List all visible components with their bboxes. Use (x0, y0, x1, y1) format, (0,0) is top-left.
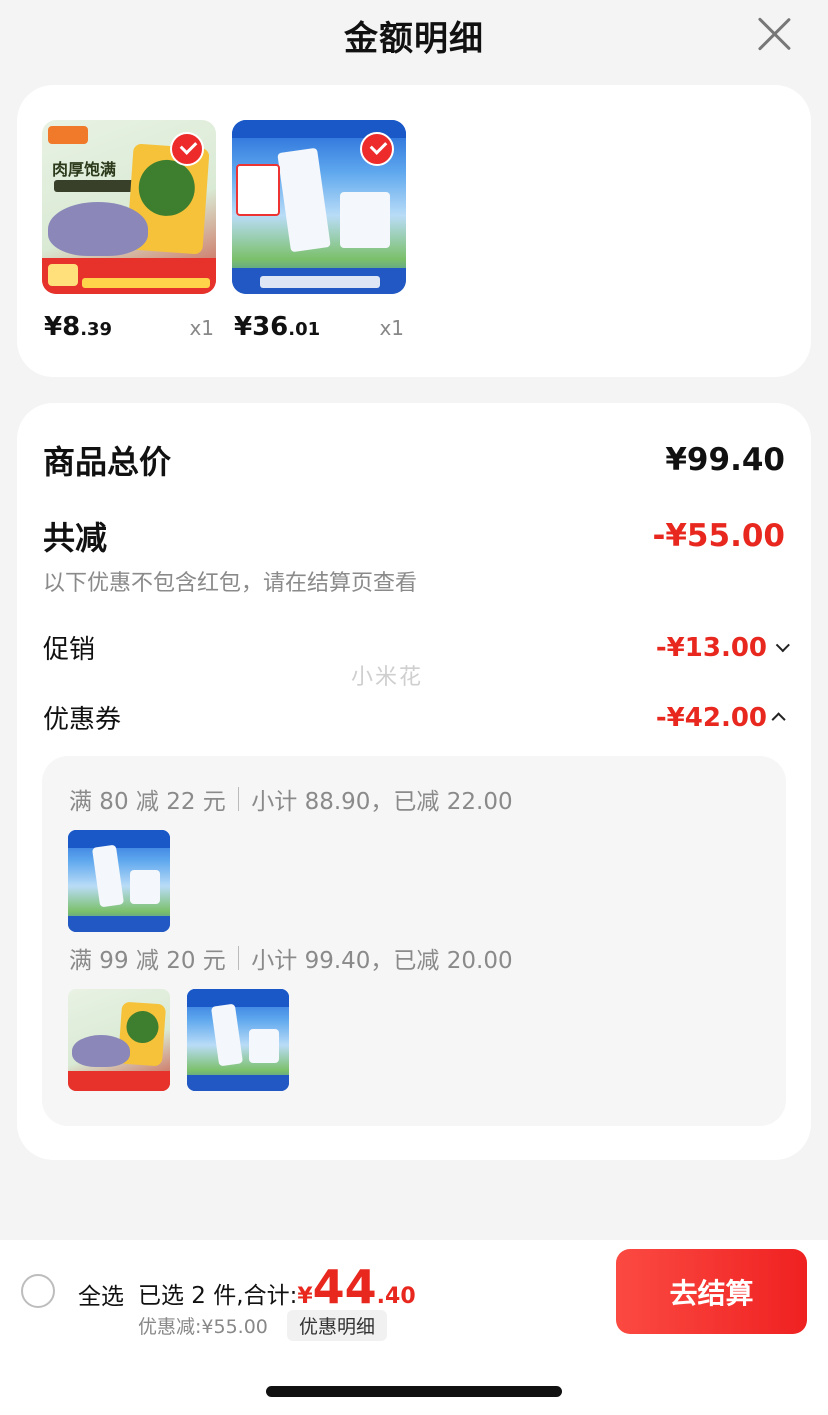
total-reduce-row: 共减 -¥55.00 (43, 513, 785, 559)
coupon-value[interactable]: -¥42.00 (656, 703, 786, 733)
coupon-product-thumb-milk (68, 830, 170, 932)
select-all-radio-icon[interactable] (21, 1274, 55, 1308)
product-qty: x1 (379, 316, 404, 340)
total-amount: 44 (312, 1260, 377, 1314)
total-price-row: 商品总价 ¥99.40 (43, 437, 785, 483)
product-item-milk[interactable]: ¥36.01 x1 (232, 120, 408, 342)
coupon-label: 优惠券 (43, 705, 122, 735)
total-reduce-label: 共减 (43, 519, 108, 557)
checkout-button[interactable]: 去结算 (616, 1249, 807, 1334)
close-icon[interactable] (754, 14, 794, 54)
promo-label: 促销 (43, 635, 96, 665)
chevron-down-icon[interactable] (775, 637, 790, 652)
price-summary-card: 商品总价 ¥99.40 共减 -¥55.00 以下优惠不包含红包，请在结算页查看… (17, 403, 811, 1160)
product-item-snack[interactable]: 肉厚饱满 ¥8.39 x1 (42, 120, 218, 342)
discount-note: 以下优惠不包含红包，请在结算页查看 (43, 571, 418, 596)
coupon-row[interactable]: 优惠券 -¥42.00 (43, 699, 786, 736)
coupon-rule-line: 满 99 减 20 元小计 99.40，已减 20.00 (69, 946, 513, 974)
check-icon[interactable] (360, 132, 394, 166)
total-reduce-value: -¥55.00 (652, 518, 786, 554)
coupon-product-thumb-snack (68, 989, 170, 1091)
select-all-label[interactable]: 全选 (78, 1277, 124, 1311)
product-price: ¥8.39 (44, 312, 113, 342)
check-icon[interactable] (170, 132, 204, 166)
page-title: 金额明细 (344, 18, 484, 59)
product-image-snack[interactable]: 肉厚饱满 (42, 120, 216, 294)
chevron-up-icon[interactable] (771, 711, 786, 726)
promo-value[interactable]: -¥13.00 (656, 633, 790, 663)
product-qty: x1 (189, 316, 214, 340)
coupon-product-thumb-milk (187, 989, 289, 1091)
home-area (0, 1341, 828, 1415)
products-card: 肉厚饱满 ¥8.39 x1 ¥36.01 x1 (17, 85, 811, 377)
coupon-detail-box: 满 80 减 22 元小计 88.90，已减 22.00 满 99 减 20 元… (42, 756, 786, 1126)
page-header: 金额明细 (0, 0, 828, 70)
product-price: ¥36.01 (234, 312, 321, 342)
discount-detail-button[interactable]: 优惠明细 (287, 1310, 388, 1341)
product-image-milk[interactable] (232, 120, 406, 294)
total-price-label: 商品总价 (43, 443, 172, 481)
discount-amount: 优惠减:¥55.00 (138, 1316, 268, 1338)
total-price-value: ¥99.40 (665, 442, 785, 478)
home-indicator[interactable] (266, 1386, 562, 1397)
checkout-bar: 全选 已选 2 件,合计: ¥ 44 .40 优惠减:¥55.00 优惠明细 去… (0, 1240, 828, 1341)
selected-summary: 已选 2 件,合计: ¥ 44 .40 (138, 1260, 416, 1314)
watermark: 小米花 (351, 665, 424, 690)
coupon-rule-line: 满 80 减 22 元小计 88.90，已减 22.00 (69, 787, 513, 815)
